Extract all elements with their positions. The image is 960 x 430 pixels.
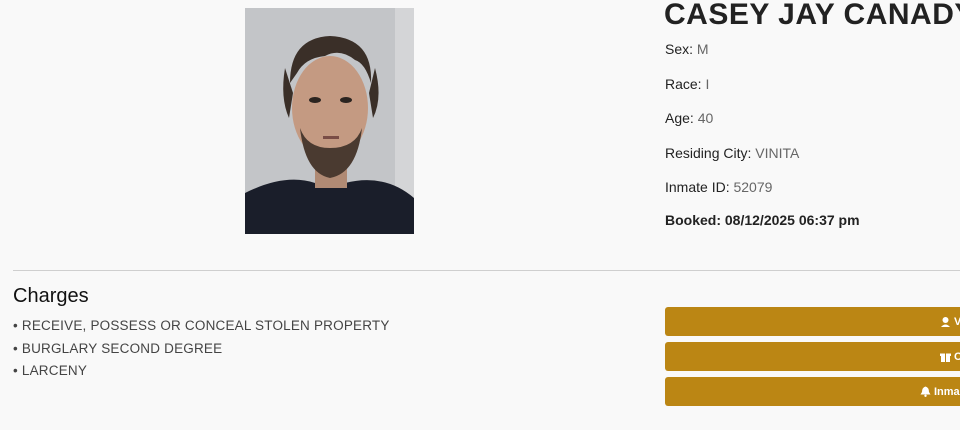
- inmate-id-value: 52079: [733, 179, 773, 195]
- sex-label: Sex:: [665, 41, 694, 57]
- inmate-name: CASEY JAY CANADY: [664, 0, 960, 31]
- sex-field: Sex: M: [665, 41, 709, 57]
- inmate-notify-button[interactable]: Inma: [665, 377, 960, 406]
- charges-heading: Charges: [13, 285, 89, 307]
- age-label: Age:: [665, 110, 694, 126]
- charge-item: • RECEIVE, POSSESS OR CONCEAL STOLEN PRO…: [13, 318, 390, 333]
- charge-item: • BURGLARY SECOND DEGREE: [13, 341, 223, 356]
- mugshot-photo: [245, 8, 414, 234]
- booked-date: Booked: 08/12/2025 06:37 pm: [665, 212, 860, 228]
- inmate-id-label: Inmate ID:: [665, 179, 730, 195]
- city-field: Residing City: VINITA: [665, 145, 799, 161]
- city-value: VINITA: [755, 145, 800, 161]
- commissary-button-label: C: [954, 350, 960, 363]
- charge-item: • LARCENY: [13, 363, 88, 378]
- commissary-button[interactable]: C: [665, 342, 960, 371]
- bell-icon: [920, 386, 931, 397]
- inmate-notify-button-label: Inma: [934, 385, 960, 398]
- age-field: Age: 40: [665, 110, 713, 126]
- visitation-button[interactable]: V: [665, 307, 960, 336]
- race-field: Race: I: [665, 76, 709, 92]
- city-label: Residing City:: [665, 145, 752, 161]
- race-label: Race:: [665, 76, 702, 92]
- inmate-id-field: Inmate ID: 52079: [665, 179, 772, 195]
- visitation-button-label: V: [954, 315, 960, 328]
- section-divider: [13, 270, 960, 271]
- sex-value: M: [696, 41, 709, 57]
- race-value: I: [705, 76, 710, 92]
- gift-icon: [940, 351, 951, 362]
- user-secret-icon: [940, 316, 951, 327]
- age-value: 40: [697, 110, 714, 126]
